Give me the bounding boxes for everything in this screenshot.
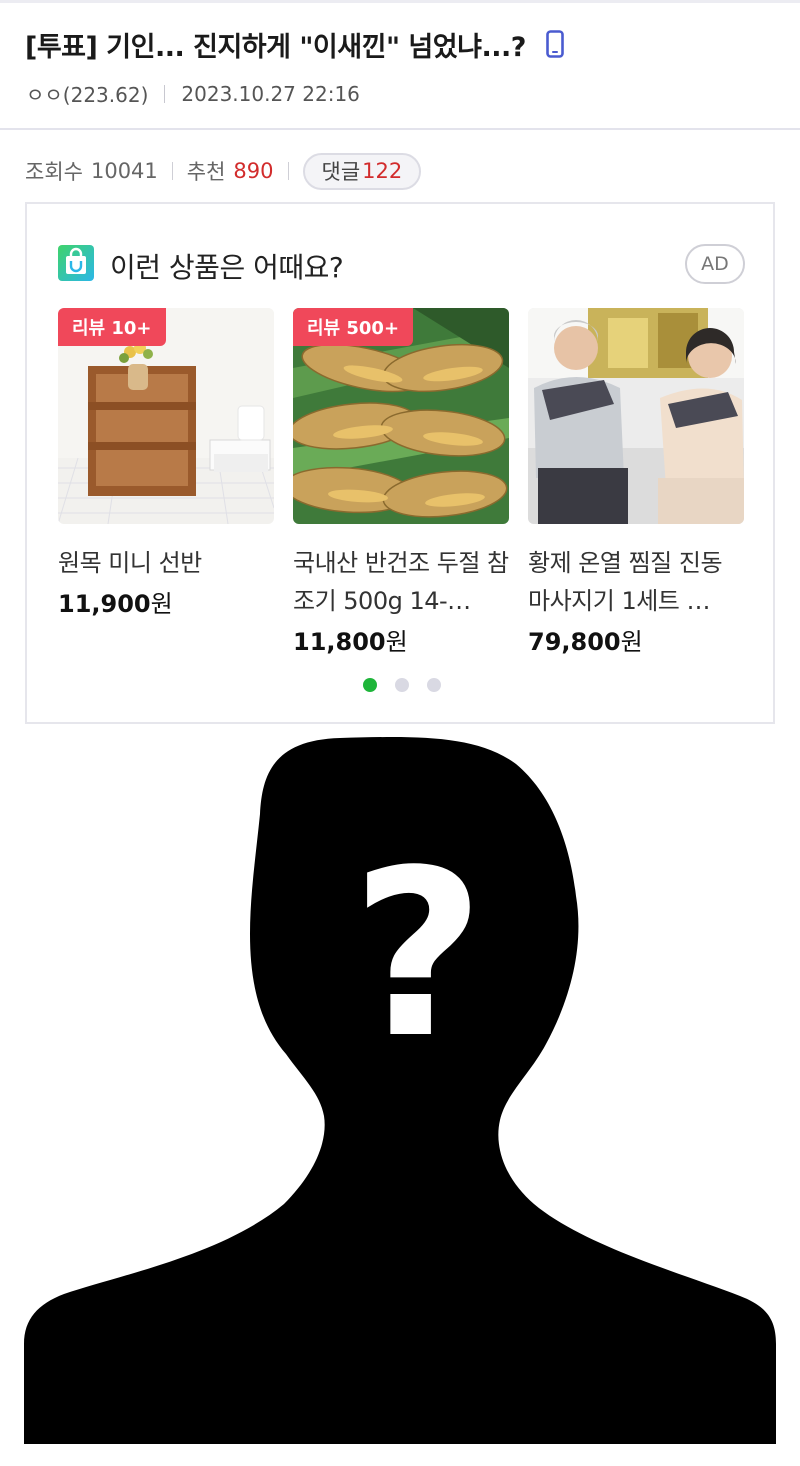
post-datetime: 2023.10.27 22:16 xyxy=(181,81,360,106)
recommend-count: 890 xyxy=(233,159,274,183)
elderly-couple-image xyxy=(528,308,744,524)
comments-count: 122 xyxy=(362,159,403,183)
currency-label: 원 xyxy=(150,590,173,618)
shopping-bag-icon xyxy=(58,245,94,281)
review-count-badge: 리뷰 10+ xyxy=(58,308,166,346)
author-name[interactable]: ㅇㅇ(223.62) xyxy=(26,79,148,108)
product-card[interactable]: 황제 온열 찜질 진동 마사지기 1세트 … 79,800원 xyxy=(528,308,744,657)
review-count-badge: 리뷰 500+ xyxy=(293,308,414,346)
divider xyxy=(171,162,173,180)
carousel-dot[interactable] xyxy=(395,678,409,692)
price-value: 79,800 xyxy=(528,628,621,656)
product-card[interactable]: 리뷰 500+ 국내산 반건조 두절 참조기 500g 14-… 11,800원 xyxy=(293,308,509,657)
anonymous-person-silhouette-icon: ? xyxy=(24,734,776,1444)
ad-recommendation-box: 이런 상품은 어때요? AD 리뷰 10+ 원목 미니 선반 11,900원 리… xyxy=(25,202,775,724)
carousel-dot[interactable] xyxy=(427,678,441,692)
product-price: 79,800원 xyxy=(528,622,744,657)
price-value: 11,800 xyxy=(293,628,386,656)
post-stats: 조회수 10041 추천 890 댓글 122 xyxy=(25,152,422,190)
currency-label: 원 xyxy=(385,628,408,656)
comments-label: 댓글 xyxy=(321,160,361,184)
product-price: 11,800원 xyxy=(293,622,509,657)
recommend-label: 추천 xyxy=(186,160,226,184)
views-count: 10041 xyxy=(90,159,158,183)
product-name[interactable]: 원목 미니 선반 xyxy=(58,544,274,582)
product-name[interactable]: 국내산 반건조 두절 참조기 500g 14-… xyxy=(293,544,509,620)
ad-title: 이런 상품은 어때요? xyxy=(110,251,344,284)
product-image[interactable] xyxy=(528,308,744,524)
currency-label: 원 xyxy=(620,628,643,656)
post-title: [투표] 기인... 진지하게 "이새낀" 넘었냐...? xyxy=(25,32,526,63)
product-price: 11,900원 xyxy=(58,584,274,619)
post-header: [투표] 기인... 진지하게 "이새낀" 넘었냐...? ㅇㅇ(223.62)… xyxy=(0,0,800,130)
comments-button[interactable]: 댓글 122 xyxy=(302,152,422,190)
views-label: 조회수 xyxy=(25,160,83,184)
mobile-phone-icon xyxy=(546,30,564,58)
product-name[interactable]: 황제 온열 찜질 진동 마사지기 1세트 … xyxy=(528,544,744,620)
product-card[interactable]: 리뷰 10+ 원목 미니 선반 11,900원 xyxy=(58,308,274,619)
ad-badge[interactable]: AD xyxy=(685,244,745,284)
divider xyxy=(287,162,289,180)
carousel-pagination xyxy=(363,678,459,692)
price-value: 11,900 xyxy=(58,590,151,618)
carousel-dot[interactable] xyxy=(363,678,377,692)
post-meta: ㅇㅇ(223.62) 2023.10.27 22:16 xyxy=(26,79,360,108)
product-image[interactable]: 리뷰 10+ xyxy=(58,308,274,524)
divider xyxy=(164,84,166,103)
product-image[interactable]: 리뷰 500+ xyxy=(293,308,509,524)
question-mark-glyph: ? xyxy=(351,822,484,1089)
